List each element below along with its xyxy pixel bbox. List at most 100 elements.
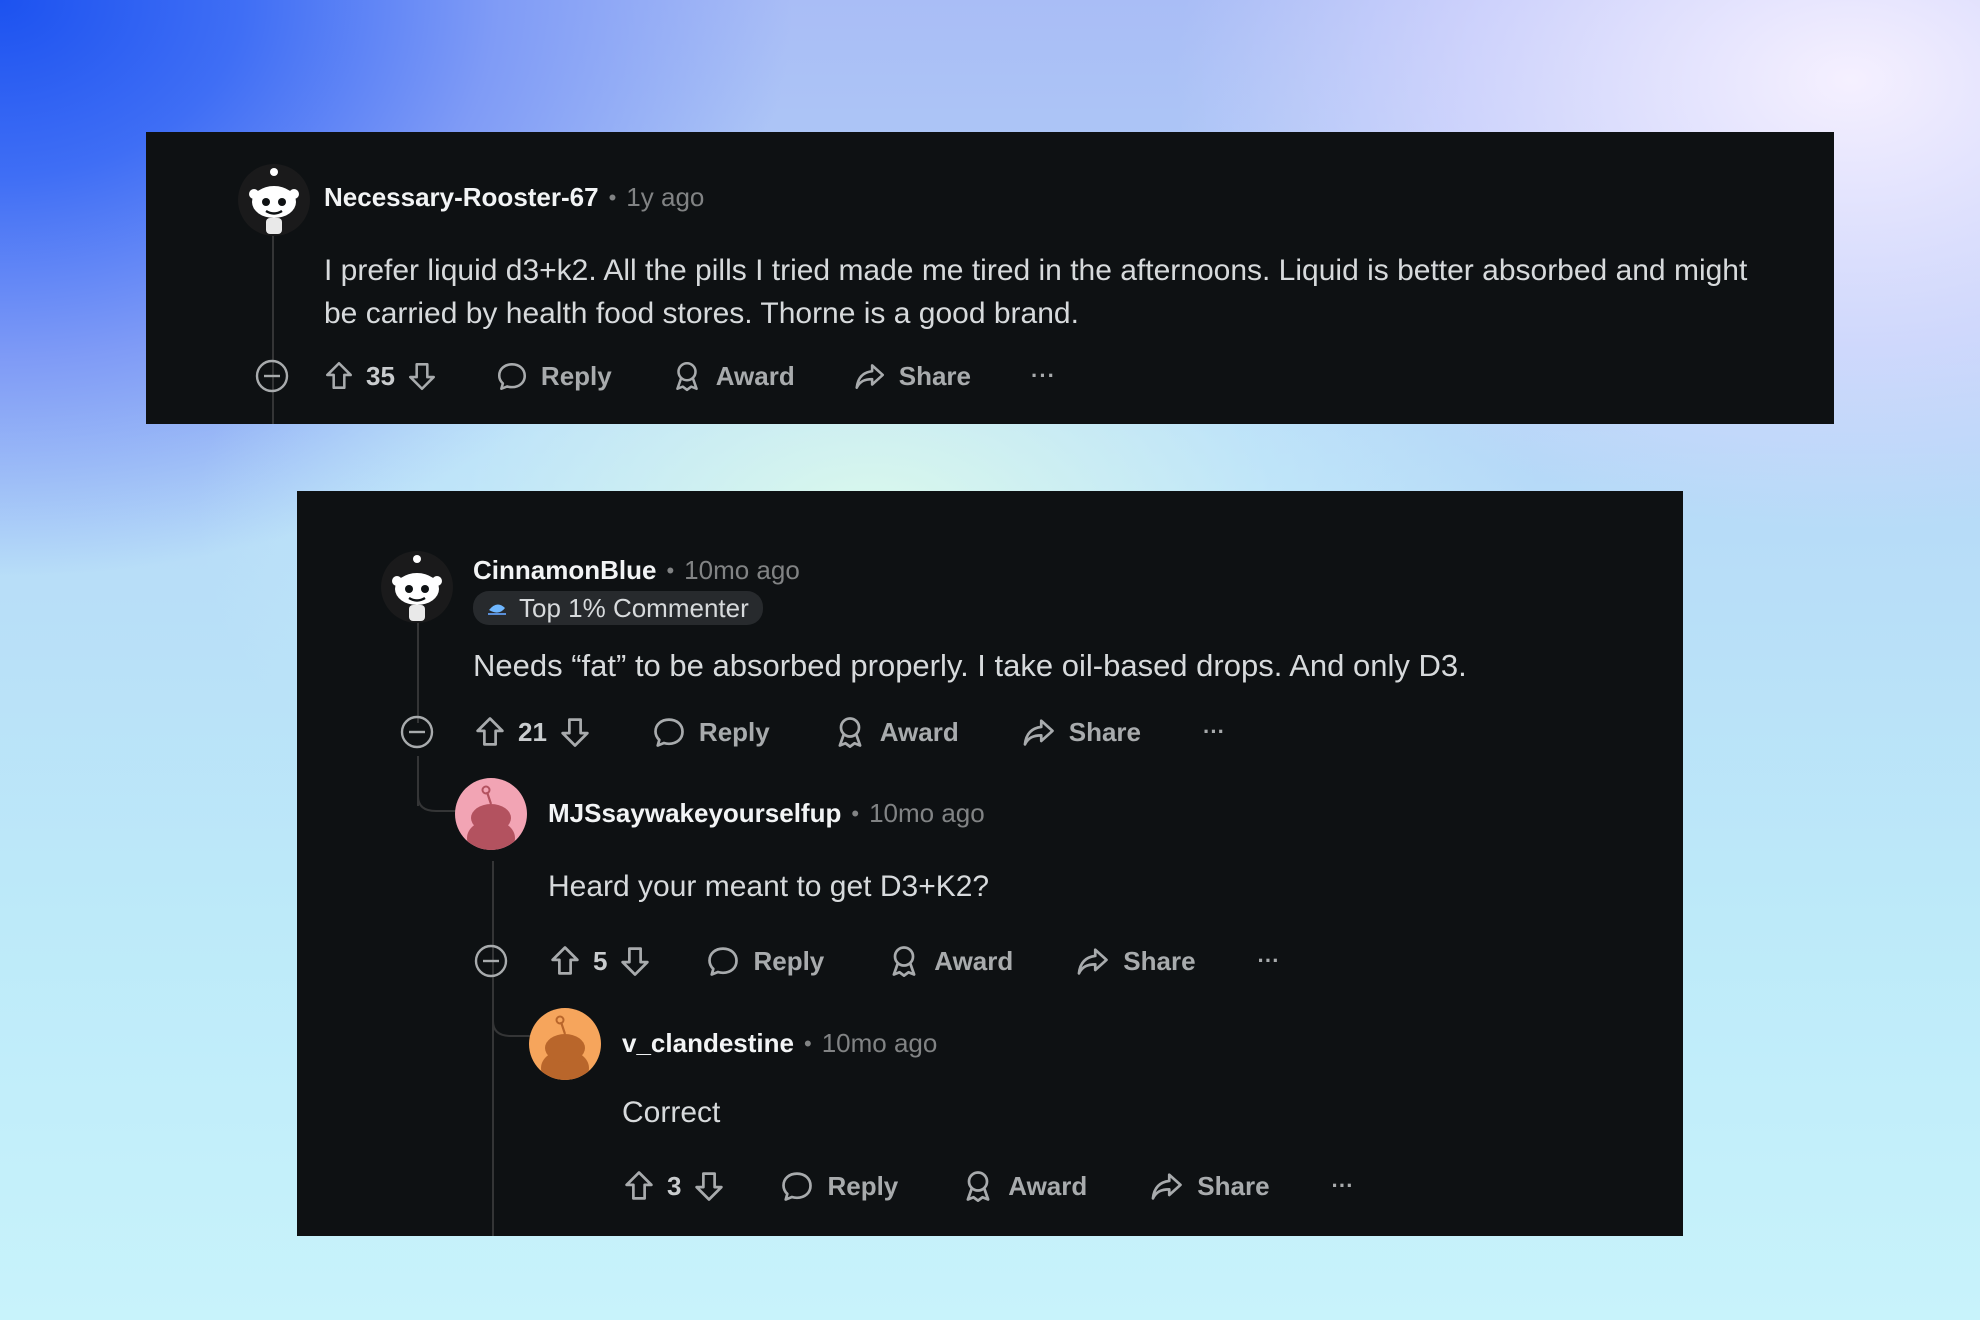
more-icon: ··· <box>1031 363 1056 388</box>
username[interactable]: MJSsaywakeyourselfup <box>548 798 841 829</box>
comment-icon <box>497 363 526 391</box>
upvote-icon <box>326 361 352 389</box>
downvote-button[interactable] <box>405 359 439 393</box>
comment-body: Needs “fat” to be absorbed properly. I t… <box>473 648 1467 683</box>
comment-actions: 21 Reply Award Share ··· <box>472 707 1225 757</box>
share-button[interactable]: Share <box>1149 1168 1270 1204</box>
vote-count: 5 <box>593 945 608 976</box>
username[interactable]: Necessary-Rooster-67 <box>324 182 599 213</box>
commenter-badge-icon <box>488 604 506 615</box>
downvote-button[interactable] <box>557 714 593 750</box>
separator-dot: • <box>851 800 860 826</box>
downvote-icon <box>561 718 589 747</box>
share-icon <box>1077 948 1109 975</box>
comment-icon <box>782 1172 813 1201</box>
comment-panel-bottom: CinnamonBlue • 10mo ago Top 1% Commenter… <box>297 491 1683 1236</box>
comment-time[interactable]: 10mo ago <box>869 798 985 829</box>
award-button[interactable]: Award <box>832 714 959 750</box>
white-snoo-avatar[interactable] <box>381 551 453 623</box>
upvote-button[interactable] <box>322 359 356 393</box>
upvote-button[interactable] <box>472 714 508 750</box>
flair-text: Top 1% Commenter <box>519 592 749 623</box>
collapse-thread-button[interactable] <box>254 358 290 394</box>
comment-time[interactable]: 1y ago <box>626 182 704 213</box>
upvote-button[interactable] <box>547 943 583 979</box>
username[interactable]: v_clandestine <box>622 1028 794 1059</box>
downvote-button[interactable] <box>691 1168 727 1204</box>
collapse-icon <box>400 715 434 749</box>
collapse-thread-button[interactable] <box>399 714 435 750</box>
share-icon <box>1151 1173 1183 1200</box>
award-icon <box>892 946 916 977</box>
orange-snoo-avatar[interactable] <box>529 1008 601 1080</box>
comment-actions: 5 Reply Award Share ··· <box>547 936 1280 986</box>
award-label: Award <box>879 716 959 747</box>
vote-count: 3 <box>667 1170 682 1201</box>
reply-button[interactable]: Reply <box>495 359 612 393</box>
share-button[interactable]: Share <box>1075 943 1196 979</box>
white-snoo-avatar[interactable] <box>238 164 310 236</box>
username[interactable]: CinnamonBlue <box>473 555 656 586</box>
reply-label: Reply <box>753 945 825 976</box>
share-label: Share <box>1123 945 1196 976</box>
more-icon: ··· <box>1331 1173 1354 1198</box>
vote-count: 21 <box>518 716 547 747</box>
share-label: Share <box>898 360 971 391</box>
more-options-button[interactable]: ··· <box>1258 948 1280 974</box>
comment-icon <box>654 718 684 747</box>
vote-count: 35 <box>366 360 395 391</box>
separator-dot: • <box>666 557 675 583</box>
upvote-icon <box>476 717 504 746</box>
award-icon <box>675 361 698 392</box>
separator-dot: • <box>803 1030 812 1056</box>
comment-time[interactable]: 10mo ago <box>684 555 800 586</box>
award-button[interactable]: Award <box>960 1168 1087 1204</box>
more-icon: ··· <box>1257 948 1280 973</box>
reply-label: Reply <box>827 1170 899 1201</box>
share-button[interactable]: Share <box>1021 714 1141 750</box>
comment-body: I prefer liquid d3+k2. All the pills I t… <box>324 254 1748 330</box>
share-icon <box>855 364 884 389</box>
share-button[interactable]: Share <box>853 359 971 393</box>
upvote-button[interactable] <box>621 1168 657 1204</box>
thread-connector <box>492 991 535 1037</box>
downvote-icon <box>621 947 650 976</box>
thread-connector <box>417 766 460 812</box>
comment-body: Correct <box>622 1096 721 1129</box>
reply-label: Reply <box>540 360 612 391</box>
separator-dot: • <box>608 184 617 210</box>
comment-time[interactable]: 10mo ago <box>822 1028 938 1059</box>
upvote-icon <box>551 946 579 975</box>
more-options-button[interactable]: ··· <box>1031 363 1056 389</box>
thread-line[interactable] <box>492 861 494 1236</box>
upvote-icon <box>625 1171 653 1200</box>
share-label: Share <box>1197 1170 1270 1201</box>
reply-button[interactable]: Reply <box>779 1168 898 1204</box>
more-options-button[interactable]: ··· <box>1203 719 1225 745</box>
award-button[interactable]: Award <box>886 943 1013 979</box>
downvote-icon <box>695 1172 724 1201</box>
comment-icon <box>708 947 739 976</box>
comment-meta: Necessary-Rooster-67 • 1y ago <box>324 182 704 213</box>
award-icon <box>966 1171 990 1202</box>
comment-meta: CinnamonBlue • 10mo ago <box>473 555 800 586</box>
pink-snoo-avatar[interactable] <box>455 778 527 850</box>
comment-meta: v_clandestine • 10mo ago <box>622 1028 937 1059</box>
comment-meta: MJSsaywakeyourselfup • 10mo ago <box>548 798 985 829</box>
award-label: Award <box>715 360 795 391</box>
comment-actions: 3 Reply Award Share ··· <box>621 1161 1354 1211</box>
award-label: Award <box>1008 1170 1088 1201</box>
reply-button[interactable]: Reply <box>705 943 824 979</box>
award-icon <box>838 717 862 748</box>
reply-button[interactable]: Reply <box>651 714 770 750</box>
collapse-icon <box>255 359 289 393</box>
comment-body: Heard your meant to get D3+K2? <box>548 870 990 903</box>
share-icon <box>1023 719 1054 746</box>
collapse-thread-button[interactable] <box>473 943 509 979</box>
more-options-button[interactable]: ··· <box>1332 1173 1354 1199</box>
comment-actions: 35 Reply Award Share ··· <box>322 351 1056 401</box>
award-button[interactable]: Award <box>670 359 795 393</box>
downvote-button[interactable] <box>617 943 653 979</box>
share-label: Share <box>1068 716 1141 747</box>
comment-panel-top: Necessary-Rooster-67 • 1y ago I prefer l… <box>146 132 1834 424</box>
